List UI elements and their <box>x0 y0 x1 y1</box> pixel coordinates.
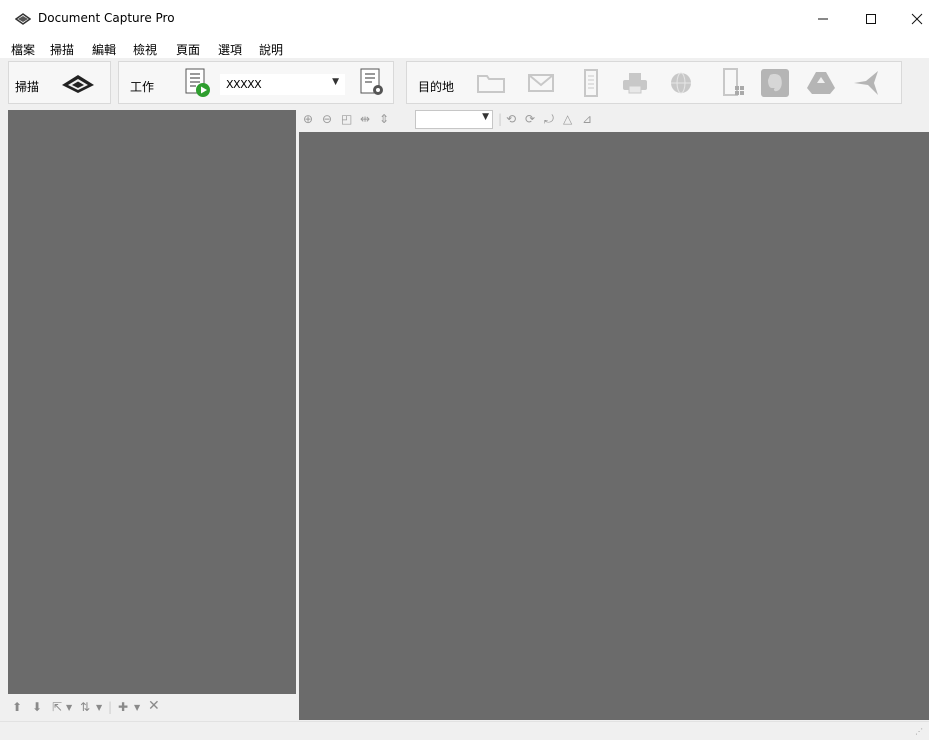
destination-print-button[interactable] <box>618 66 652 100</box>
menu-edit[interactable]: 編輯 <box>92 41 116 58</box>
thumbnail-toolbar: ⬆ ⬇ ⇱ ▼ ⇅ ▼ | ✚ ▼ ✕ <box>8 696 296 720</box>
printer-icon <box>623 73 647 94</box>
fit-width-icon[interactable]: ⇹ <box>360 112 370 126</box>
maximize-icon <box>866 14 876 24</box>
chevron-down-icon: ▼ <box>482 112 489 122</box>
run-job-icon <box>185 68 210 97</box>
maximize-button[interactable] <box>848 0 894 38</box>
job-label: 工作 <box>130 80 155 94</box>
menu-page[interactable]: 頁面 <box>176 41 200 58</box>
scanner-icon <box>62 75 94 93</box>
fit-height-icon[interactable]: ⇕ <box>379 112 389 126</box>
main-toolbar: 掃描 工作 XXXXX ▼ 目的地 <box>0 58 929 108</box>
thumbnail-panel[interactable] <box>8 110 296 694</box>
job-select-value: XXXXX <box>226 78 262 91</box>
destination-label: 目的地 <box>418 80 455 94</box>
viewer-toolbar: ⊕ ⊖ ◰ ⇹ ⇕ ▼ | ⟲ ⟳ ⤾ △ ⊿ <box>299 108 929 132</box>
menu-bar: 檔案 掃描 編輯 檢視 頁面 選項 說明 <box>0 38 929 58</box>
rotate-180-icon[interactable]: ⤾ <box>544 112 554 127</box>
resize-grip-icon[interactable]: ⋰ <box>915 727 925 737</box>
globe-icon <box>671 72 691 94</box>
job-settings-button[interactable] <box>355 66 389 100</box>
delete-icon[interactable]: ✕ <box>148 698 160 714</box>
separator: | <box>498 112 503 126</box>
document-icon <box>584 69 598 97</box>
menu-view[interactable]: 檢視 <box>133 41 157 58</box>
skew-2-icon[interactable]: ⊿ <box>582 112 592 126</box>
sort-dropdown-icon[interactable]: ▼ <box>96 703 102 712</box>
close-button[interactable] <box>894 0 929 38</box>
job-select[interactable]: XXXXX ▼ <box>220 74 345 95</box>
menu-file[interactable]: 檔案 <box>11 41 35 58</box>
bird-icon <box>854 71 878 95</box>
destination-web-button[interactable] <box>664 66 698 100</box>
destination-folder-button[interactable] <box>474 66 508 100</box>
email-icon <box>528 74 554 92</box>
move-up-icon[interactable]: ⬆ <box>12 700 22 714</box>
run-job-button[interactable] <box>180 66 214 100</box>
scan-label: 掃描 <box>15 80 40 94</box>
sort-icon[interactable]: ⇅ <box>80 700 90 714</box>
job-settings-icon <box>360 68 383 95</box>
evernote-icon <box>761 69 789 97</box>
folder-icon <box>477 75 505 93</box>
zoom-out-icon[interactable]: ⊖ <box>322 112 332 126</box>
scan-button[interactable] <box>58 66 98 100</box>
window-title: Document Capture Pro <box>38 11 175 25</box>
app-logo-icon <box>15 13 31 25</box>
zoom-select[interactable]: ▼ <box>415 110 493 129</box>
close-icon <box>911 13 923 25</box>
add-icon[interactable]: ✚ <box>118 700 128 714</box>
select-dropdown-icon[interactable]: ▼ <box>66 703 72 712</box>
add-dropdown-icon[interactable]: ▼ <box>134 703 140 712</box>
minimize-icon <box>818 18 828 20</box>
rotate-left-icon[interactable]: ⟲ <box>506 112 516 126</box>
destination-server-button[interactable] <box>716 66 750 100</box>
menu-help[interactable]: 說明 <box>259 41 283 58</box>
rotate-right-icon[interactable]: ⟳ <box>525 112 535 126</box>
destination-bird-button[interactable] <box>850 66 884 100</box>
server-icon <box>723 68 744 96</box>
minimize-button[interactable] <box>800 0 846 38</box>
menu-scan[interactable]: 掃描 <box>50 41 74 58</box>
zoom-in-icon[interactable]: ⊕ <box>303 112 313 126</box>
move-down-icon[interactable]: ⬇ <box>32 700 42 714</box>
image-viewer[interactable] <box>299 132 929 720</box>
title-bar: Document Capture Pro <box>0 0 929 38</box>
fit-page-icon[interactable]: ◰ <box>341 112 352 126</box>
menu-options[interactable]: 選項 <box>218 41 242 58</box>
separator: | <box>108 700 113 714</box>
destination-document-button[interactable] <box>574 66 608 100</box>
destination-drive-button[interactable] <box>804 66 838 100</box>
status-bar: ⋰ <box>0 721 929 740</box>
skew-icon[interactable]: △ <box>563 112 572 126</box>
select-icon[interactable]: ⇱ <box>52 700 62 714</box>
chevron-down-icon: ▼ <box>332 77 339 87</box>
destination-email-button[interactable] <box>524 66 558 100</box>
destination-evernote-button[interactable] <box>758 66 792 100</box>
google-drive-icon <box>807 72 835 94</box>
